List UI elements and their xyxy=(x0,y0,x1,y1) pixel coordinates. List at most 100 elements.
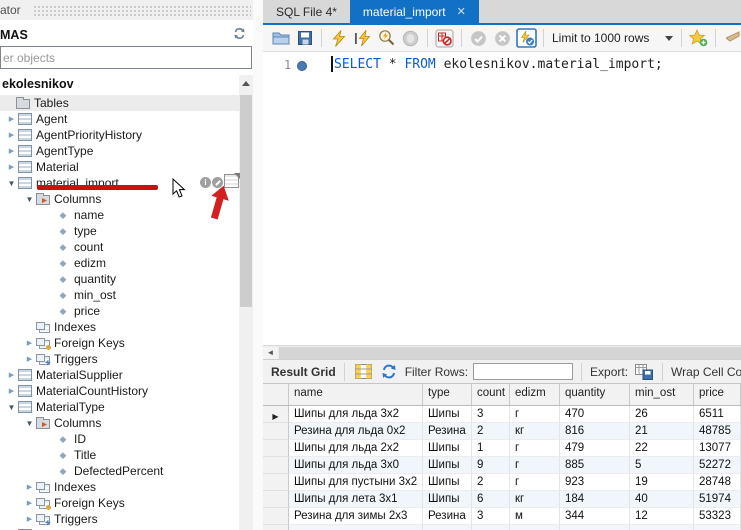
tree-item-edizm[interactable]: ◆edizm xyxy=(0,255,240,271)
cell[interactable]: 6511 xyxy=(694,406,741,423)
tree-item-materialtype[interactable]: ▼MaterialType xyxy=(0,399,240,415)
filter-rows-input[interactable] xyxy=(473,363,573,380)
column-header-price[interactable]: price xyxy=(694,384,741,405)
expand-arrow-icon[interactable]: ▶ xyxy=(23,515,36,523)
cell[interactable]: 28748 xyxy=(694,474,741,491)
table-row[interactable]: Шипы для лета 3x1Шипы6кг1844051974 xyxy=(263,491,741,508)
cell[interactable]: 19 xyxy=(630,474,694,491)
limit-rows-dropdown[interactable]: Limit to 1000 rows xyxy=(552,31,673,45)
sql-code-editor[interactable]: 1 SELECT * FROM ekolesnikov.material_imp… xyxy=(263,52,741,345)
cell[interactable]: 1 xyxy=(472,440,510,457)
expand-arrow-icon[interactable]: ▶ xyxy=(23,355,36,363)
cell[interactable]: Резина для льда 0x2 xyxy=(289,423,423,440)
tree-item-min_ost[interactable]: ◆min_ost xyxy=(0,287,240,303)
cell[interactable]: кг xyxy=(510,491,560,508)
cell[interactable]: Шипы для льда 2x2 xyxy=(289,440,423,457)
cell[interactable]: Шипы xyxy=(423,457,472,474)
tree-item-title[interactable]: ◆Title xyxy=(0,447,240,463)
hscroll-thumb[interactable] xyxy=(279,347,741,359)
refresh-results-button[interactable] xyxy=(379,361,400,382)
cell[interactable]: 5 xyxy=(630,457,694,474)
cell[interactable]: 53323 xyxy=(694,508,741,525)
cell[interactable]: м xyxy=(510,508,560,525)
tree-item-columns[interactable]: ▼Columns xyxy=(0,191,240,207)
open-script-button[interactable] xyxy=(270,28,291,49)
expand-arrow-icon[interactable]: ▶ xyxy=(5,147,18,155)
cell[interactable]: 9 xyxy=(472,457,510,474)
column-header-min_ost[interactable]: min_ost xyxy=(630,384,694,405)
column-header-edizm[interactable]: edizm xyxy=(510,384,560,405)
tree-item-indexes[interactable]: Indexes xyxy=(0,319,240,335)
cell[interactable]: г xyxy=(510,474,560,491)
table-row[interactable]: Шипы для пустыни 3x2Шипы2г9231928748 xyxy=(263,474,741,491)
cell[interactable]: 344 xyxy=(560,508,630,525)
tree-item-agent[interactable]: ▶Agent xyxy=(0,111,240,127)
tree-item-quantity[interactable]: ◆quantity xyxy=(0,271,240,287)
cell[interactable]: кг xyxy=(510,423,560,440)
cell[interactable]: г xyxy=(510,457,560,474)
tree-item-triggers[interactable]: ▶Triggers xyxy=(0,351,240,367)
cell[interactable] xyxy=(472,525,510,530)
table-info-icon[interactable]: i xyxy=(200,177,211,188)
cell[interactable]: Резина xyxy=(423,423,472,440)
tree-item-materialcounthistory[interactable]: ▶MaterialCountHistory xyxy=(0,383,240,399)
explain-plan-button[interactable] xyxy=(376,28,397,49)
cell[interactable]: 3 xyxy=(472,508,510,525)
cell[interactable]: 923 xyxy=(560,474,630,491)
tree-item-foreign-keys[interactable]: ▶Foreign Keys xyxy=(0,495,240,511)
expand-arrow-icon[interactable]: ▶ xyxy=(5,387,18,395)
cell[interactable]: 52272 xyxy=(694,457,741,474)
cell[interactable]: Резина для зимы 2x3 xyxy=(289,508,423,525)
cell[interactable]: 26 xyxy=(630,406,694,423)
panel-splitter[interactable] xyxy=(253,0,263,530)
expand-arrow-icon[interactable]: ▶ xyxy=(23,339,36,347)
expand-arrow-icon[interactable]: ▶ xyxy=(5,163,18,171)
cell[interactable]: 48785 xyxy=(694,423,741,440)
tree-item-agentpriorityhistory[interactable]: ▶AgentPriorityHistory xyxy=(0,127,240,143)
cell[interactable] xyxy=(560,525,630,530)
table-row-empty[interactable] xyxy=(263,525,741,530)
autocommit-toggle-active[interactable] xyxy=(516,28,537,49)
cell[interactable]: Шипы для лета 3x1 xyxy=(289,491,423,508)
sidebar-scrollbar[interactable] xyxy=(239,92,253,530)
tree-item-indexes[interactable]: ▶Indexes xyxy=(0,479,240,495)
tree-item-price[interactable]: ◆price xyxy=(0,303,240,319)
refresh-schemas-icon[interactable] xyxy=(233,27,246,45)
expand-arrow-icon[interactable]: ▶ xyxy=(23,483,36,491)
save-script-button[interactable] xyxy=(294,28,315,49)
row-selector[interactable] xyxy=(263,457,289,474)
tab-sql-file-4[interactable]: SQL File 4* xyxy=(263,0,350,23)
row-selector[interactable] xyxy=(263,440,289,457)
cell[interactable] xyxy=(694,525,741,530)
table-row[interactable]: Резина для льда 0x2Резина2кг8162148785 xyxy=(263,423,741,440)
cell[interactable]: 479 xyxy=(560,440,630,457)
cell[interactable]: 2 xyxy=(472,423,510,440)
cell[interactable]: 816 xyxy=(560,423,630,440)
cell[interactable] xyxy=(423,525,472,530)
cell[interactable]: Шипы для льда 3x0 xyxy=(289,457,423,474)
cell[interactable]: Резина xyxy=(423,508,472,525)
expand-arrow-icon[interactable]: ▼ xyxy=(5,179,18,188)
column-header-count[interactable]: count xyxy=(472,384,510,405)
tree-item-type[interactable]: ◆type xyxy=(0,223,240,239)
expand-arrow-icon[interactable]: ▶ xyxy=(5,371,18,379)
cell[interactable]: Шипы xyxy=(423,491,472,508)
tree-item-count[interactable]: ◆count xyxy=(0,239,240,255)
cell[interactable]: 470 xyxy=(560,406,630,423)
filter-objects-input[interactable] xyxy=(0,46,252,69)
tree-item-tables[interactable]: Tables xyxy=(0,95,240,111)
row-selector[interactable] xyxy=(263,525,289,530)
column-header-name[interactable]: name xyxy=(289,384,423,405)
cell[interactable]: 6 xyxy=(472,491,510,508)
row-selector[interactable] xyxy=(263,491,289,508)
beautify-button-partial[interactable] xyxy=(722,28,741,49)
table-row[interactable]: Шипы для льда 2x2Шипы1г4792213077 xyxy=(263,440,741,457)
save-snippet-button[interactable] xyxy=(688,28,709,49)
cell[interactable]: Шипы xyxy=(423,440,472,457)
cell[interactable]: 22 xyxy=(630,440,694,457)
cell[interactable] xyxy=(289,525,423,530)
cell[interactable]: г xyxy=(510,440,560,457)
row-selector[interactable] xyxy=(263,423,289,440)
cell[interactable]: 21 xyxy=(630,423,694,440)
cell[interactable]: г xyxy=(510,406,560,423)
